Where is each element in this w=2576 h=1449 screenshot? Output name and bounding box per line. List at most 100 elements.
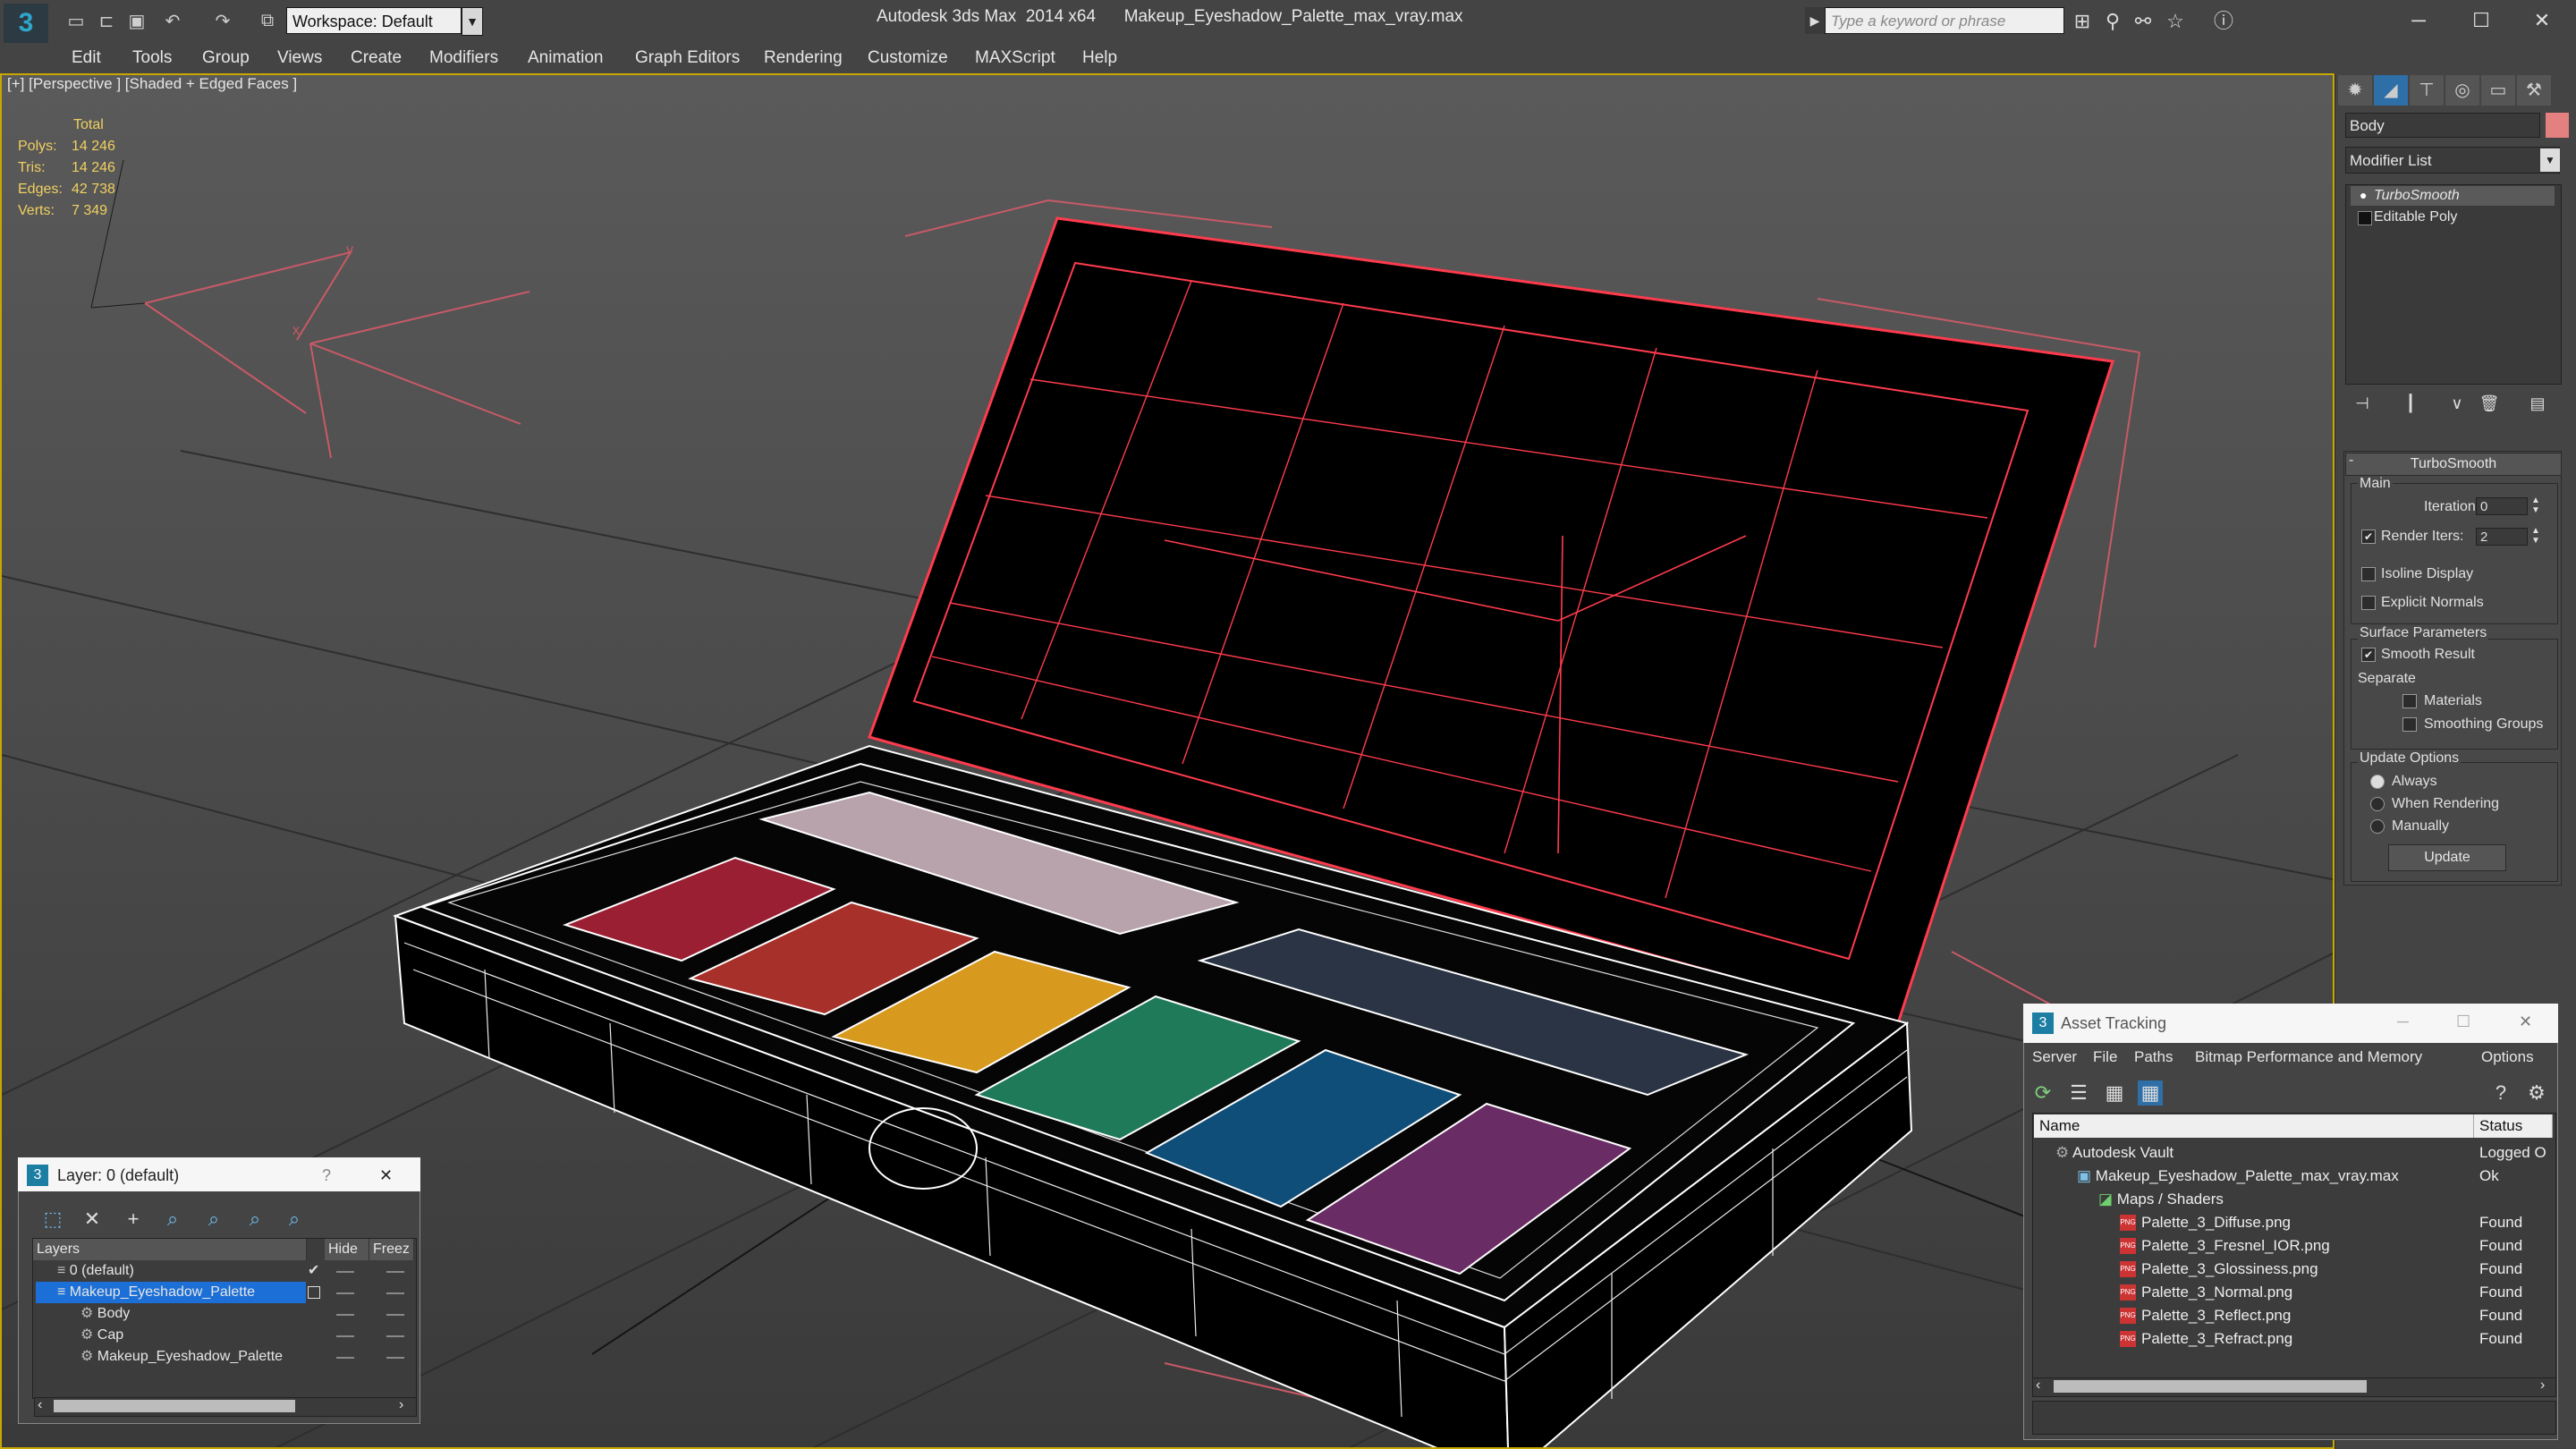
redo-icon[interactable]: ↷ [211, 9, 234, 32]
collapse-icon[interactable]: - [2349, 453, 2353, 469]
menu-animation[interactable]: Animation [528, 43, 604, 73]
motion-tab-icon[interactable]: ◎ [2445, 75, 2479, 106]
utilities-tab-icon[interactable]: ⚒ [2517, 75, 2551, 106]
menu-modifiers[interactable]: Modifiers [429, 43, 498, 73]
freeze-toggle[interactable] [386, 1357, 404, 1359]
help-icon[interactable]: ? [322, 1166, 331, 1185]
table-view-icon[interactable]: ▦ [2138, 1080, 2163, 1106]
favorites-star-icon[interactable]: ☆ [2163, 9, 2188, 34]
asset-row[interactable]: Palette_3_Fresnel_IOR.png [2141, 1234, 2330, 1258]
spinner-arrows-icon[interactable]: ▲ ▼ [2531, 526, 2540, 546]
chevron-down-icon[interactable]: ▼ [2540, 148, 2560, 172]
vault-help-icon[interactable]: ? [2488, 1080, 2513, 1106]
column-header-freeze[interactable]: Freez [369, 1239, 414, 1260]
maximize-icon[interactable]: ☐ [2454, 4, 2508, 38]
help-icon[interactable]: ⓘ [2211, 9, 2236, 34]
menu-group[interactable]: Group [202, 43, 250, 73]
maximize-icon[interactable]: ☐ [2456, 1013, 2470, 1031]
freeze-toggle[interactable] [386, 1335, 404, 1337]
when-rendering-radio[interactable] [2370, 797, 2385, 811]
render-iters-checkbox[interactable]: ✔ [2361, 530, 2376, 544]
subscription-icon[interactable]: ⚲ [2100, 9, 2125, 34]
vault-settings-icon[interactable]: ⚙ [2524, 1080, 2549, 1106]
workspace-dropdown[interactable]: Workspace: Default [286, 7, 462, 34]
stack-item-editable-poly[interactable]: Editable Poly [2351, 208, 2555, 227]
scroll-left-icon[interactable]: ‹ [2036, 1377, 2040, 1394]
show-end-result-icon[interactable]: ┃ [2395, 390, 2426, 417]
hide-toggle[interactable] [336, 1271, 354, 1273]
highlight-layer-icon[interactable]: ⌕ [200, 1206, 227, 1233]
scrollbar-thumb[interactable] [54, 1400, 295, 1412]
configure-modifier-sets-icon[interactable]: ▤ [2522, 390, 2553, 417]
isoline-display-checkbox[interactable] [2361, 567, 2376, 581]
scroll-left-icon[interactable]: ‹ [38, 1397, 42, 1413]
create-tab-icon[interactable]: ✹ [2338, 75, 2372, 106]
current-layer-check-icon[interactable]: ✔ [308, 1261, 319, 1279]
separate-smoothing-groups-checkbox[interactable] [2402, 717, 2417, 732]
freeze-all-layers-icon[interactable]: ⌕ [281, 1206, 308, 1233]
thumbnail-view-icon[interactable]: ▦ [2102, 1080, 2127, 1106]
menu-tools[interactable]: Tools [132, 43, 172, 73]
freeze-toggle[interactable] [386, 1271, 404, 1273]
hide-toggle[interactable] [336, 1357, 354, 1359]
asset-row[interactable]: ▣ Makeup_Eyeshadow_Palette_max_vray.max [2077, 1165, 2399, 1188]
delete-layer-icon[interactable]: ✕ [79, 1206, 106, 1233]
column-header-name[interactable]: Name [2034, 1114, 2474, 1138]
hide-toggle[interactable] [336, 1314, 354, 1316]
pin-stack-icon[interactable]: ⊣ [2347, 390, 2377, 417]
search-input[interactable]: Type a keyword or phrase [1825, 7, 2064, 34]
chevron-down-icon[interactable]: ▼ [462, 7, 483, 36]
menu-edit[interactable]: Edit [72, 43, 101, 73]
display-tab-icon[interactable]: ▭ [2481, 75, 2515, 106]
hierarchy-tab-icon[interactable]: ⊤ [2410, 75, 2444, 106]
refresh-icon[interactable]: ⟳ [2030, 1080, 2055, 1106]
scroll-right-icon[interactable]: › [2540, 1377, 2545, 1394]
asset-row[interactable]: Palette_3_Refract.png [2141, 1327, 2292, 1351]
menu-views[interactable]: Views [277, 43, 322, 73]
stack-item-turbosmooth[interactable]: TurboSmooth [2351, 186, 2555, 206]
binoculars-icon[interactable]: ⊞ [2070, 9, 2095, 34]
project-folder-icon[interactable]: ⧉ [256, 9, 279, 32]
column-header-layers[interactable]: Layers [33, 1239, 307, 1260]
menu-customize[interactable]: Customize [868, 43, 948, 73]
lightbulb-icon[interactable]: ● [2360, 188, 2370, 202]
modify-tab-icon[interactable]: ◢ [2374, 75, 2408, 106]
explicit-normals-checkbox[interactable] [2361, 596, 2376, 610]
asset-path-field[interactable] [2032, 1401, 2556, 1435]
freeze-toggle[interactable] [386, 1314, 404, 1316]
list-view-icon[interactable]: ☰ [2066, 1080, 2091, 1106]
column-header-status[interactable]: Status [2474, 1114, 2553, 1138]
layer-row-selected[interactable]: ≡ Makeup_Eyeshadow_Palette [57, 1282, 255, 1303]
menu-create[interactable]: Create [351, 43, 402, 73]
hide-toggle[interactable] [336, 1292, 354, 1294]
freeze-toggle[interactable] [386, 1292, 404, 1294]
modifier-list-dropdown[interactable]: Modifier List [2345, 147, 2560, 174]
scroll-right-icon[interactable]: › [399, 1397, 403, 1413]
object-row[interactable]: ⚙ Makeup_Eyeshadow_Palette [80, 1346, 283, 1368]
layer-row[interactable]: ≡ 0 (default) [57, 1260, 134, 1282]
new-file-icon[interactable]: ▭ [64, 9, 88, 32]
object-row[interactable]: ⚙ Body [80, 1303, 130, 1325]
object-name-field[interactable]: Body [2345, 113, 2540, 138]
render-iters-spinner[interactable]: 2 [2476, 528, 2528, 546]
close-icon[interactable]: ✕ [2515, 4, 2569, 38]
select-in-layer-icon[interactable]: ⌕ [159, 1206, 186, 1233]
menu-maxscript[interactable]: MAXScript [975, 43, 1055, 73]
always-radio[interactable] [2370, 775, 2385, 789]
create-layer-icon[interactable]: ⬚ [39, 1206, 66, 1233]
asset-row[interactable]: ⚙ Autodesk Vault [2055, 1141, 2174, 1165]
object-color-swatch[interactable] [2546, 113, 2569, 138]
close-icon[interactable]: ✕ [2519, 1013, 2532, 1031]
menu-rendering[interactable]: Rendering [764, 43, 843, 73]
communication-icon[interactable]: ⚯ [2131, 9, 2156, 34]
smooth-result-checkbox[interactable]: ✔ [2361, 648, 2376, 662]
hide-toggle[interactable] [336, 1335, 354, 1337]
asset-menu-paths[interactable]: Paths [2134, 1048, 2173, 1066]
column-header-hide[interactable]: Hide [325, 1239, 369, 1260]
current-layer-box-icon[interactable] [308, 1286, 320, 1299]
asset-menu-options[interactable]: Options [2481, 1048, 2534, 1066]
asset-row[interactable]: Palette_3_Diffuse.png [2141, 1211, 2291, 1234]
spinner-arrows-icon[interactable]: ▲ ▼ [2531, 496, 2540, 515]
add-to-layer-icon[interactable]: + [120, 1206, 147, 1233]
asset-menu-file[interactable]: File [2093, 1048, 2117, 1066]
